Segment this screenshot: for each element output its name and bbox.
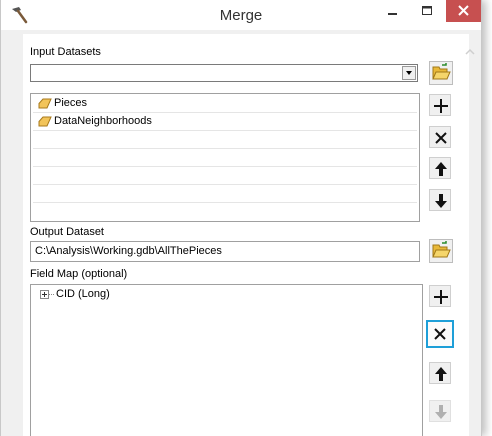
browse-input-button[interactable] bbox=[429, 61, 453, 85]
list-item[interactable]: DataNeighborhoods bbox=[33, 113, 417, 131]
merge-dialog: Merge Input Datasets Pieces DataNeighbor… bbox=[0, 0, 482, 436]
move-down-input-button[interactable] bbox=[429, 189, 451, 211]
close-icon bbox=[458, 5, 469, 16]
arrow-up-icon bbox=[435, 367, 447, 381]
list-item-empty[interactable] bbox=[33, 167, 417, 185]
output-dataset-label: Output Dataset bbox=[30, 226, 104, 238]
remove-input-button[interactable] bbox=[429, 126, 451, 148]
list-item-empty[interactable] bbox=[33, 185, 417, 203]
arrow-down-icon bbox=[435, 405, 447, 419]
input-datasets-list[interactable]: Pieces DataNeighborhoods bbox=[30, 93, 420, 222]
move-up-input-button[interactable] bbox=[429, 157, 451, 179]
list-item-label: DataNeighborhoods bbox=[54, 115, 152, 127]
tree-connector bbox=[48, 294, 54, 295]
chevron-down-icon[interactable] bbox=[402, 66, 416, 80]
move-down-field-button[interactable] bbox=[429, 400, 451, 422]
open-folder-icon bbox=[432, 63, 451, 80]
maximize-button[interactable] bbox=[413, 0, 441, 22]
browse-output-button[interactable] bbox=[429, 239, 453, 263]
output-dataset-field[interactable]: C:\Analysis\Working.gdb\AllThePieces bbox=[30, 241, 420, 262]
plus-icon bbox=[434, 99, 448, 113]
window-title: Merge bbox=[219, 7, 263, 24]
feature-class-icon bbox=[38, 98, 52, 109]
list-item-empty[interactable] bbox=[33, 203, 417, 220]
open-folder-icon bbox=[432, 241, 451, 258]
add-field-button[interactable] bbox=[429, 285, 451, 307]
x-icon bbox=[434, 328, 446, 340]
arrow-down-icon bbox=[435, 194, 447, 208]
tree-node-label: CID (Long) bbox=[56, 288, 110, 300]
x-icon bbox=[435, 132, 447, 144]
maximize-icon bbox=[422, 6, 432, 15]
title-bar[interactable]: Merge bbox=[1, 0, 481, 30]
move-up-field-button[interactable] bbox=[429, 362, 451, 384]
arrow-up-icon bbox=[435, 162, 447, 176]
minimize-button[interactable] bbox=[378, 0, 406, 22]
add-input-button[interactable] bbox=[429, 94, 451, 116]
field-map-label: Field Map (optional) bbox=[30, 268, 128, 280]
output-dataset-value: C:\Analysis\Working.gdb\AllThePieces bbox=[35, 245, 222, 257]
list-item-empty[interactable] bbox=[33, 149, 417, 167]
field-map-tree[interactable]: CID (Long) bbox=[30, 284, 423, 436]
input-datasets-combo[interactable] bbox=[30, 64, 418, 82]
feature-class-icon bbox=[38, 116, 52, 127]
list-item-label: Pieces bbox=[54, 97, 88, 109]
tree-node[interactable]: CID (Long) bbox=[31, 285, 231, 303]
remove-field-button[interactable] bbox=[426, 320, 454, 348]
scroll-up-icon[interactable] bbox=[464, 46, 476, 58]
minimize-icon bbox=[388, 13, 397, 15]
list-item[interactable]: Pieces bbox=[33, 95, 417, 113]
close-window-button[interactable] bbox=[446, 0, 481, 22]
plus-icon bbox=[434, 290, 448, 304]
input-datasets-label: Input Datasets bbox=[30, 46, 101, 58]
list-item-empty[interactable] bbox=[33, 131, 417, 149]
